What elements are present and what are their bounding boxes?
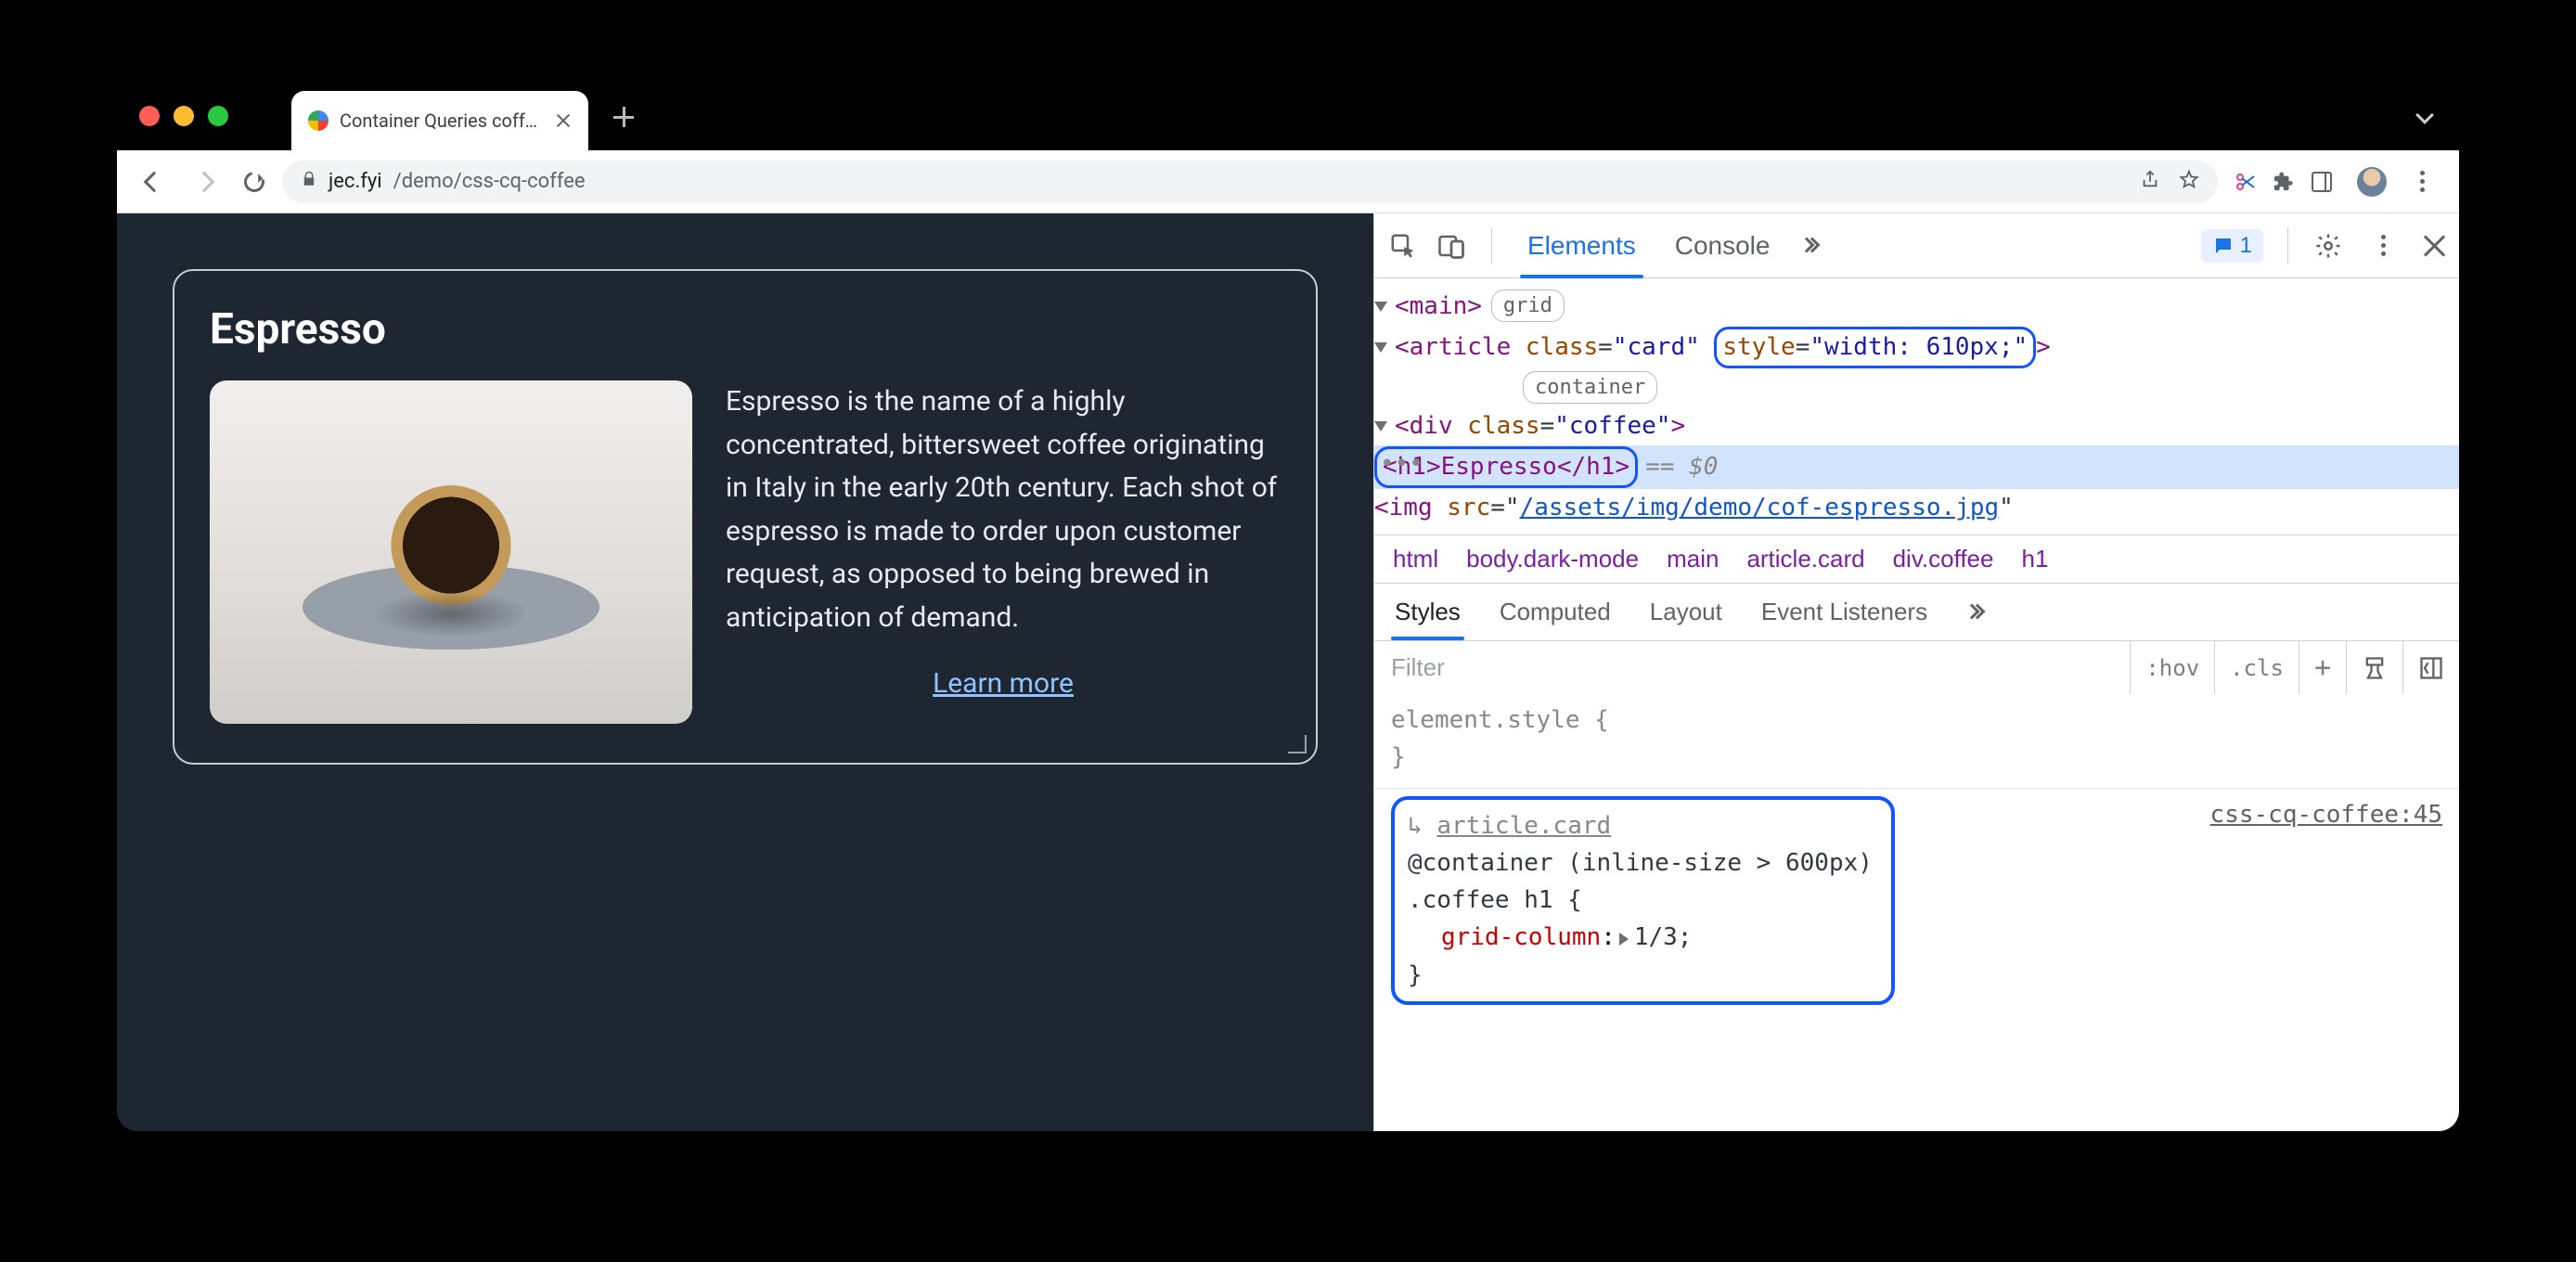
- crumb-body[interactable]: body.dark-mode: [1466, 545, 1639, 573]
- issues-count: 1: [2240, 233, 2252, 259]
- address-bar[interactable]: jec.fyi/demo/css-cq-coffee: [282, 161, 2218, 203]
- rule-element-style[interactable]: element.style { }: [1374, 694, 2459, 788]
- styles-tabs-more[interactable]: [1963, 597, 1983, 628]
- styles-filter-input[interactable]: Filter: [1374, 653, 2130, 682]
- devtools-tabs-more[interactable]: [1797, 230, 1818, 262]
- devtools-menu-button[interactable]: [2361, 224, 2405, 268]
- browser-toolbar: jec.fyi/demo/css-cq-coffee: [117, 150, 2459, 213]
- content-area: Espresso Espresso is the name of a highl…: [117, 213, 2459, 1131]
- browser-window: Container Queries coffee jec.fyi/demo/cs…: [117, 84, 2459, 1131]
- share-icon[interactable]: [2140, 169, 2160, 195]
- dom-node-div-coffee[interactable]: <div: [1395, 412, 1467, 440]
- styles-tab-listeners[interactable]: Event Listeners: [1758, 586, 1931, 637]
- back-button[interactable]: [132, 160, 176, 204]
- cls-toggle[interactable]: .cls: [2214, 641, 2299, 694]
- crumb-div[interactable]: div.coffee: [1893, 545, 1994, 573]
- styles-tab-computed[interactable]: Computed: [1496, 586, 1615, 637]
- badge-container[interactable]: container: [1523, 371, 1657, 404]
- copy-styles-icon[interactable]: [2346, 641, 2402, 694]
- chevron-down-icon: [2415, 106, 2434, 124]
- highlighted-rule: ↳ article.card @container (inline-size >…: [1391, 796, 1895, 1005]
- tab-strip: Container Queries coffee: [117, 84, 2459, 150]
- hov-toggle[interactable]: :hov: [2130, 641, 2214, 694]
- minimize-window-button[interactable]: [174, 106, 194, 126]
- img-src-link[interactable]: /assets/img/demo/cof-espresso.jpg: [1520, 494, 2000, 522]
- crumb-main[interactable]: main: [1667, 545, 1719, 573]
- favicon-icon: [308, 110, 328, 131]
- crumb-article[interactable]: article.card: [1746, 545, 1864, 573]
- url-host: jec.fyi: [328, 170, 382, 193]
- devtools-toolbar: Elements Console 1: [1374, 213, 2459, 278]
- page-viewport: Espresso Espresso is the name of a highl…: [117, 213, 1373, 1131]
- devtools-tab-elements[interactable]: Elements: [1516, 216, 1647, 276]
- container-ancestor-link[interactable]: article.card: [1436, 812, 1611, 840]
- crumb-h1[interactable]: h1: [2021, 545, 2048, 573]
- styles-filter-bar: Filter :hov .cls +: [1374, 640, 2459, 694]
- avatar-icon: [2357, 167, 2387, 197]
- espresso-image: [210, 380, 692, 724]
- close-window-button[interactable]: [139, 106, 160, 126]
- maximize-window-button[interactable]: [208, 106, 228, 126]
- highlighted-style-attr: style="width: 610px;": [1714, 327, 2036, 368]
- crumb-html[interactable]: html: [1393, 545, 1438, 573]
- selected-node-marker: == $0: [1645, 453, 1718, 481]
- tab-title: Container Queries coffee: [340, 109, 544, 132]
- badge-grid[interactable]: grid: [1491, 290, 1565, 322]
- lock-icon: [301, 170, 317, 194]
- devtools-tab-console[interactable]: Console: [1664, 216, 1782, 276]
- dom-node-article[interactable]: <article: [1395, 333, 1526, 361]
- window-controls[interactable]: [139, 106, 228, 126]
- reload-button[interactable]: [232, 160, 277, 204]
- styles-pane-tabs: Styles Computed Layout Event Listeners: [1374, 583, 2459, 640]
- profile-avatar[interactable]: [2350, 160, 2394, 204]
- card-paragraph: Espresso is the name of a highly concent…: [726, 380, 1281, 639]
- dom-node-img[interactable]: <img: [1374, 494, 1447, 522]
- extensions-icon[interactable]: [2273, 172, 2294, 192]
- dom-breadcrumbs[interactable]: html body.dark-mode main article.card di…: [1374, 534, 2459, 583]
- bookmark-icon[interactable]: [2179, 169, 2199, 195]
- chrome-menu-button[interactable]: [2400, 160, 2444, 204]
- expand-shorthand-icon[interactable]: [1619, 933, 1629, 946]
- issues-badge[interactable]: 1: [2201, 229, 2263, 263]
- learn-more-link[interactable]: Learn more: [726, 667, 1281, 700]
- window-menu-button[interactable]: [2418, 104, 2431, 127]
- forward-button[interactable]: [182, 160, 226, 204]
- styles-tab-styles[interactable]: Styles: [1391, 586, 1464, 637]
- inspect-icon[interactable]: [1387, 230, 1419, 262]
- close-tab-icon[interactable]: [555, 112, 572, 129]
- settings-icon[interactable]: [2312, 230, 2344, 262]
- device-toggle-icon[interactable]: [1436, 230, 1467, 262]
- browser-tab[interactable]: Container Queries coffee: [291, 91, 588, 150]
- dom-node-main[interactable]: <main>: [1395, 292, 1482, 320]
- new-style-rule-button[interactable]: +: [2299, 641, 2346, 694]
- computed-panel-toggle-icon[interactable]: [2402, 641, 2459, 694]
- rule-source-link[interactable]: css-cq-coffee:45: [2210, 796, 2442, 833]
- devtools-panel: Elements Console 1 <main>grid <article c: [1373, 213, 2459, 1131]
- side-panel-icon[interactable]: [2299, 160, 2344, 204]
- reload-icon: [240, 167, 268, 195]
- dom-tree[interactable]: <main>grid <article class="card" style="…: [1374, 278, 2459, 534]
- scissors-icon[interactable]: [2223, 160, 2268, 204]
- url-path: /demo/css-cq-coffee: [393, 170, 586, 193]
- rule-container-query[interactable]: css-cq-coffee:45 ↳ article.card @contain…: [1374, 788, 2459, 1016]
- coffee-card: Espresso Espresso is the name of a highl…: [173, 269, 1318, 765]
- new-tab-button[interactable]: [611, 104, 637, 130]
- more-actions-icon[interactable]: •••: [1380, 446, 1423, 483]
- arrow-left-icon: [144, 171, 165, 192]
- arrow-right-icon: [194, 171, 215, 192]
- styles-tab-layout[interactable]: Layout: [1646, 586, 1726, 637]
- card-heading: Espresso: [210, 304, 1281, 354]
- devtools-close-icon[interactable]: [2422, 234, 2446, 258]
